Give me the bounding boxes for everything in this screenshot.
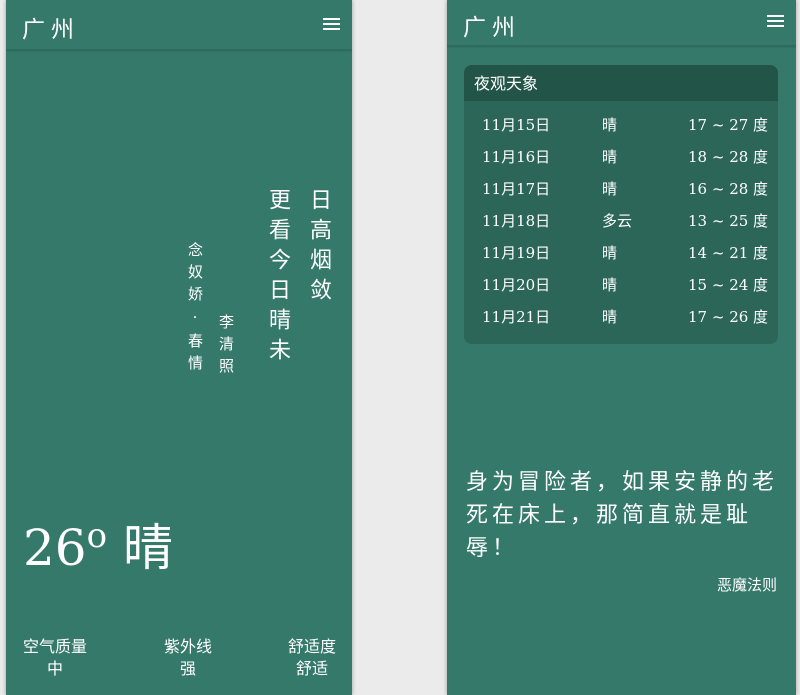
forecast-range: 13 ~ 25 度 <box>688 212 769 230</box>
city-title[interactable]: 广州 <box>22 10 80 44</box>
stat-uv: 紫外线 强 <box>162 636 214 680</box>
forecast-range: 17 ~ 26 度 <box>688 308 769 326</box>
hamburger-menu-icon[interactable] <box>323 18 340 32</box>
forecast-range: 17 ~ 27 度 <box>688 116 769 134</box>
forecast-row: 11月17日 晴 16 ~ 28 度 <box>464 178 778 210</box>
forecast-row: 11月16日 晴 18 ~ 28 度 <box>464 146 778 178</box>
city-title[interactable]: 广州 <box>463 8 521 42</box>
forecast-range: 15 ~ 24 度 <box>688 276 769 294</box>
forecast-condition: 晴 <box>602 244 618 262</box>
current-condition: 晴 <box>123 519 174 577</box>
forecast-card: 夜观天象 11月15日 晴 17 ~ 27 度 11月16日 晴 18 ~ 28… <box>464 65 778 344</box>
poem-line-2: 更看今日晴未 <box>265 188 290 368</box>
forecast-row: 11月19日 晴 14 ~ 21 度 <box>464 242 778 274</box>
poem-line-1: 日高烟敛 <box>306 188 331 308</box>
forecast-range: 14 ~ 21 度 <box>688 244 769 262</box>
forecast-title: 夜观天象 <box>464 65 778 101</box>
forecast-condition: 晴 <box>602 148 618 166</box>
stat-label: 空气质量 <box>22 637 87 656</box>
forecast-date: 11月16日 <box>482 148 551 166</box>
forecast-row: 11月21日 晴 17 ~ 26 度 <box>464 306 778 338</box>
forecast-row: 11月15日 晴 17 ~ 27 度 <box>464 114 778 146</box>
stat-value: 强 <box>179 659 196 678</box>
forecast-date: 11月21日 <box>482 308 551 326</box>
forecast-condition: 多云 <box>602 212 633 230</box>
forecast-date: 11月19日 <box>482 244 551 262</box>
forecast-condition: 晴 <box>602 308 618 326</box>
degree-mark: o <box>86 516 108 556</box>
forecast-condition: 晴 <box>602 116 618 134</box>
weather-panel-left: 广州 日高烟敛 更看今日晴未 李清照 念奴娇·春情 26o 晴 空气质量 中 紫… <box>6 0 352 695</box>
forecast-date: 11月18日 <box>482 212 551 230</box>
poem-title: 念奴娇·春情 <box>186 242 204 377</box>
stat-label: 紫外线 <box>163 637 212 656</box>
forecast-row: 11月18日 多云 13 ~ 25 度 <box>464 210 778 242</box>
hamburger-menu-icon[interactable] <box>767 15 784 29</box>
app-header: 广州 <box>447 0 796 46</box>
weather-panel-right: 广州 夜观天象 11月15日 晴 17 ~ 27 度 11月16日 晴 18 ~… <box>447 0 796 695</box>
forecast-condition: 晴 <box>602 180 618 198</box>
temperature-value: 26 <box>23 519 87 577</box>
forecast-condition: 晴 <box>602 276 618 294</box>
poem-author: 李清照 <box>217 314 235 380</box>
stat-comfort: 舒适度 舒适 <box>286 636 338 680</box>
forecast-range: 18 ~ 28 度 <box>688 148 769 166</box>
forecast-range: 16 ~ 28 度 <box>688 180 769 198</box>
current-temperature: 26o 晴 <box>23 508 173 580</box>
forecast-date: 11月15日 <box>482 116 551 134</box>
stat-air-quality: 空气质量 中 <box>22 636 88 680</box>
forecast-row: 11月20日 晴 15 ~ 24 度 <box>464 274 778 306</box>
app-header: 广州 <box>6 0 352 50</box>
stat-value: 舒适 <box>295 659 328 678</box>
quote-source: 恶魔法则 <box>716 576 777 594</box>
stat-value: 中 <box>46 659 63 678</box>
quote-text: 身为冒险者，如果安静的老死在床上，那简直就是耻辱！ <box>466 470 779 561</box>
forecast-date: 11月20日 <box>482 276 551 294</box>
forecast-date: 11月17日 <box>482 180 551 198</box>
stat-label: 舒适度 <box>287 637 336 656</box>
